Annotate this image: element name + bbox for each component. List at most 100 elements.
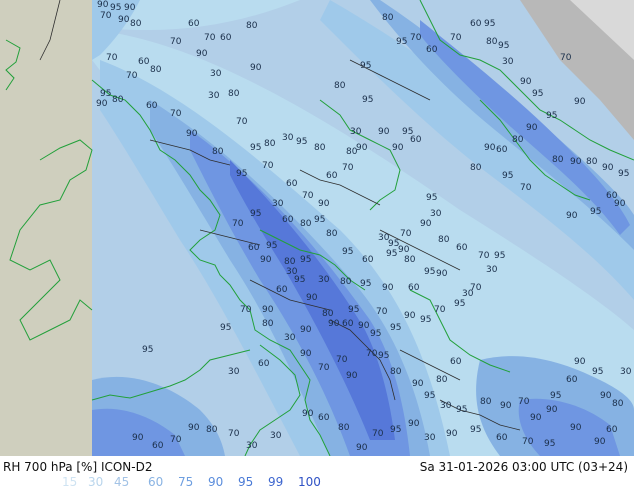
contour-label: 90: [262, 305, 274, 315]
contour-label: 80: [262, 319, 274, 329]
contour-label: 95: [378, 351, 389, 361]
contour-label: 30: [270, 431, 282, 441]
contour-label: 80: [228, 89, 240, 99]
contour-label: 30: [246, 441, 258, 451]
contour-label: 70: [170, 37, 182, 47]
contour-label: 60: [342, 319, 354, 329]
land-outside-domain: [0, 0, 92, 456]
contour-label: 70: [100, 11, 112, 21]
contour-label: 30: [350, 127, 362, 137]
contour-label: 90: [250, 63, 262, 73]
contour-label: 70: [400, 229, 412, 239]
contour-label: 90: [196, 49, 208, 59]
contour-label: 80: [390, 367, 402, 377]
contour-label: 95: [362, 95, 373, 105]
scale-item: 15: [62, 475, 78, 489]
contour-label: 60: [456, 243, 468, 253]
contour-label: 60: [426, 45, 438, 55]
contour-label: 60: [450, 357, 462, 367]
contour-label: 70: [106, 53, 118, 63]
contour-label: 70: [262, 161, 274, 171]
contour-label: 90: [530, 413, 542, 423]
contour-label: 70: [232, 219, 244, 229]
contour-label: 80: [512, 135, 524, 145]
contour-label: 95: [110, 3, 121, 13]
contour-label: 90: [520, 77, 532, 87]
contour-label: 70: [560, 53, 572, 63]
contour-label: 90: [420, 219, 432, 229]
contour-label: 95: [546, 111, 557, 121]
contour-label: 60: [408, 283, 420, 293]
contour-label: 80: [436, 375, 448, 385]
contour-label: 30: [228, 367, 240, 377]
contour-label: 70: [228, 429, 240, 439]
contour-label: 95: [266, 241, 277, 251]
contour-label: 95: [420, 315, 431, 325]
contour-label: 70: [450, 33, 462, 43]
contour-label: 90: [382, 283, 394, 293]
contour-label: 95: [390, 425, 401, 435]
contour-label: 70: [170, 109, 182, 119]
contour-label: 80: [334, 81, 346, 91]
contour-label: 95: [142, 345, 153, 355]
contour-label: 80: [552, 155, 564, 165]
contour-label: 70: [522, 437, 534, 447]
scale-item: 100: [298, 475, 321, 489]
contour-label: 95: [250, 143, 261, 153]
contour-label: 90: [408, 419, 420, 429]
scale-item: 30: [88, 475, 104, 489]
contour-label: 60: [248, 243, 260, 253]
contour-label: 80: [322, 309, 334, 319]
contour-label: 95: [360, 279, 371, 289]
contour-label: 90: [356, 443, 368, 453]
contour-label: 80: [404, 255, 416, 265]
contour-label: 30: [440, 401, 452, 411]
contour-label: 90: [302, 409, 314, 419]
contour-label: 60: [496, 433, 508, 443]
contour-label: 95: [424, 391, 435, 401]
contour-label: 80: [486, 37, 498, 47]
scale-item: 90: [208, 475, 224, 489]
contour-label: 90: [118, 15, 130, 25]
contour-label: 60: [138, 57, 150, 67]
contour-label: 30: [486, 265, 498, 275]
contour-label: 60: [326, 171, 338, 181]
contour-label: 95: [592, 367, 603, 377]
contour-label: 95: [426, 193, 437, 203]
contour-label: 70: [318, 363, 330, 373]
contour-label: 95: [498, 41, 509, 51]
contour-label: 60: [146, 101, 158, 111]
contour-label: 70: [366, 349, 378, 359]
contour-label: 30: [208, 91, 220, 101]
contour-label: 95: [544, 439, 555, 449]
contour-label: 90: [392, 143, 404, 153]
contour-label: 90: [526, 123, 538, 133]
scale-item: 60: [148, 475, 164, 489]
contour-label: 95: [532, 89, 543, 99]
contour-label: 60: [362, 255, 374, 265]
contour-label: 95: [100, 89, 111, 99]
contour-label: 70: [302, 191, 314, 201]
contour-label: 95: [250, 209, 261, 219]
contour-label: 90: [186, 129, 198, 139]
contour-label: 30: [462, 289, 474, 299]
contour-label: 80: [112, 95, 124, 105]
map-canvas: 90 95 9070 90 80 6070 60807090607080 3070958090…: [0, 0, 634, 456]
contour-label: 90: [546, 405, 558, 415]
contour-label: 90: [300, 349, 312, 359]
contour-label: 70: [342, 163, 354, 173]
contour-label: 80: [480, 397, 492, 407]
contour-label: 95: [296, 137, 307, 147]
contour-label: 60: [276, 285, 288, 295]
contour-label: 80: [314, 143, 326, 153]
contour-label: 70: [478, 251, 490, 261]
contour-label: 80: [212, 147, 224, 157]
contour-label: 90: [570, 423, 582, 433]
contour-label: 70: [376, 307, 388, 317]
contour-label: 90: [346, 371, 358, 381]
contour-label: 95: [348, 305, 359, 315]
contour-label: 95: [502, 171, 513, 181]
contour-label: 80: [130, 19, 142, 29]
contour-label: 80: [246, 21, 258, 31]
contour-label: 90: [412, 379, 424, 389]
